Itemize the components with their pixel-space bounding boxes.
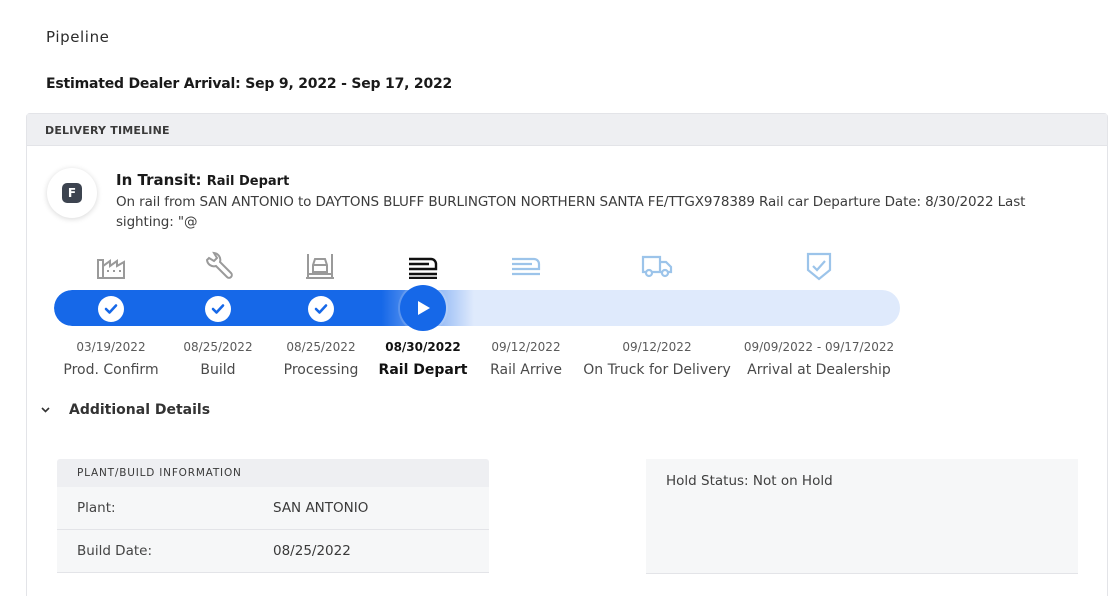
page-title: Pipeline (46, 28, 110, 46)
train-icon (510, 250, 542, 282)
check-icon (205, 296, 231, 322)
additional-details-label: Additional Details (69, 402, 211, 418)
check-icon (98, 296, 124, 322)
status-stage: Rail Depart (206, 174, 290, 189)
stage-date: 09/12/2022 (622, 340, 692, 354)
plant-build-header: PLANT/BUILD INFORMATION (57, 459, 489, 487)
build-date-row: Build Date: 08/25/2022 (57, 530, 489, 573)
status-avatar: F (47, 168, 97, 218)
stage-date: 03/19/2022 (76, 340, 146, 354)
stage-label: Build (200, 362, 236, 378)
stage-label: Processing (283, 362, 359, 378)
panel-header: DELIVERY TIMELINE (27, 114, 1107, 146)
plant-key: Plant: (77, 500, 116, 516)
status-description: On rail from SAN ANTONIO to DAYTONS BLUF… (116, 194, 1026, 230)
estimated-arrival: Estimated Dealer Arrival: Sep 9, 2022 - … (46, 76, 453, 92)
stage-label: On Truck for Delivery (583, 362, 731, 378)
stage-label: Rail Depart (378, 362, 468, 378)
additional-details-toggle[interactable]: Additional Details (41, 402, 210, 418)
stage-date: 08/25/2022 (286, 340, 356, 354)
truck-icon (641, 250, 673, 282)
plant-build-card: PLANT/BUILD INFORMATION Plant: SAN ANTON… (57, 459, 489, 574)
status-heading: In Transit: Rail Depart (116, 171, 289, 189)
plant-value: SAN ANTONIO (273, 500, 369, 516)
hold-status-text: Hold Status: Not on Hold (666, 473, 833, 489)
check-icon (308, 296, 334, 322)
stage-date: 08/30/2022 (385, 340, 461, 354)
delivery-timeline-panel: DELIVERY TIMELINE F In Transit: Rail Dep… (26, 113, 1108, 596)
stage-label: Arrival at Dealership (747, 362, 891, 378)
stage-date: 08/25/2022 (183, 340, 253, 354)
stage-label: Prod. Confirm (63, 362, 159, 378)
progress-track (54, 290, 900, 326)
stage-icons (27, 250, 1107, 282)
status-badge: F (62, 183, 82, 203)
status-label: In Transit: (116, 171, 202, 189)
stage-label: Rail Arrive (490, 362, 562, 378)
car-lift-icon (304, 250, 336, 282)
wrench-icon (202, 250, 234, 282)
train-icon (407, 250, 439, 282)
chevron-down-icon (41, 405, 53, 416)
stage-date: 09/12/2022 (491, 340, 561, 354)
shield-check-icon (803, 250, 835, 282)
hold-status-card: Hold Status: Not on Hold (646, 459, 1078, 574)
build-date-value: 08/25/2022 (273, 543, 351, 559)
stage-date: 09/09/2022 - 09/17/2022 (743, 340, 895, 354)
plant-row: Plant: SAN ANTONIO (57, 487, 489, 530)
factory-icon (95, 250, 127, 282)
play-icon (400, 285, 446, 331)
build-date-key: Build Date: (77, 543, 152, 559)
